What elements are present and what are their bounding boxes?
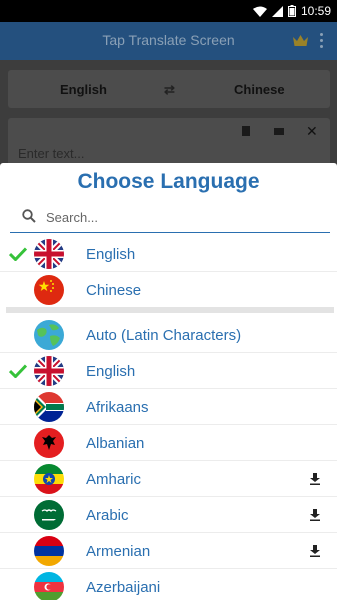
list-item-chinese-recent[interactable]: Chinese	[0, 272, 337, 308]
target-language-button[interactable]: Chinese	[234, 82, 285, 97]
source-language-button[interactable]: English	[60, 82, 107, 97]
language-name: Auto (Latin Characters)	[86, 327, 242, 344]
list-item-arabic[interactable]: Arabic	[0, 497, 337, 533]
language-name: Armenian	[86, 543, 151, 560]
download-icon[interactable]	[309, 509, 321, 521]
uk-flag-icon	[34, 356, 64, 386]
status-time: 10:59	[300, 4, 331, 18]
language-name: Azerbaijani	[86, 579, 161, 596]
search-input[interactable]	[46, 206, 306, 228]
ethiopia-flag-icon	[34, 464, 64, 494]
download-icon[interactable]	[309, 473, 321, 485]
globe-icon	[34, 320, 64, 350]
choose-language-dialog: Choose Language English Chinese Auto (La…	[0, 163, 337, 600]
list-item-afrikaans[interactable]: Afrikaans	[0, 389, 337, 425]
language-name: English	[86, 363, 136, 380]
app-bar: Tap Translate Screen	[0, 22, 337, 60]
list-item-amharic[interactable]: Amharic	[0, 461, 337, 497]
south-africa-flag-icon	[34, 392, 64, 422]
text-input[interactable]: Enter text...	[18, 146, 84, 161]
paste-icon[interactable]	[241, 126, 251, 136]
search-bar	[10, 201, 330, 233]
list-item-azerbaijani[interactable]: Azerbaijani	[0, 569, 337, 600]
signal-icon	[271, 5, 283, 17]
app-title: Tap Translate Screen	[102, 32, 235, 48]
more-vert-icon[interactable]	[318, 33, 324, 51]
language-bar: English ⇄ Chinese	[8, 70, 330, 108]
search-icon	[22, 209, 36, 223]
china-flag-icon	[34, 275, 64, 305]
check-icon	[9, 247, 27, 261]
list-item-english-recent[interactable]: English	[0, 236, 337, 272]
language-name: Albanian	[86, 435, 145, 452]
saudi-arabia-flag-icon	[34, 500, 64, 530]
download-icon[interactable]	[309, 545, 321, 557]
keyboard-icon[interactable]	[274, 126, 284, 136]
list-item-armenian[interactable]: Armenian	[0, 533, 337, 569]
check-icon	[9, 364, 27, 378]
list-item-albanian[interactable]: Albanian	[0, 425, 337, 461]
section-divider	[6, 307, 334, 313]
list-item-english[interactable]: English	[0, 353, 337, 389]
list-item-auto[interactable]: Auto (Latin Characters)	[0, 317, 337, 353]
status-bar: 10:59	[0, 0, 337, 22]
language-name: English	[86, 246, 136, 263]
language-name: Chinese	[86, 282, 142, 299]
language-name: Arabic	[86, 507, 129, 524]
wifi-icon	[252, 6, 267, 17]
azerbaijan-flag-icon	[34, 572, 64, 600]
language-name: Amharic	[86, 471, 142, 488]
close-icon[interactable]: ✕	[306, 123, 318, 139]
dialog-title: Choose Language	[77, 170, 260, 193]
albania-flag-icon	[34, 428, 64, 458]
crown-icon[interactable]	[293, 34, 308, 46]
language-name: Afrikaans	[86, 399, 149, 416]
swap-icon[interactable]: ⇄	[164, 82, 175, 98]
armenia-flag-icon	[34, 536, 64, 566]
battery-icon	[287, 5, 296, 17]
uk-flag-icon	[34, 239, 64, 269]
